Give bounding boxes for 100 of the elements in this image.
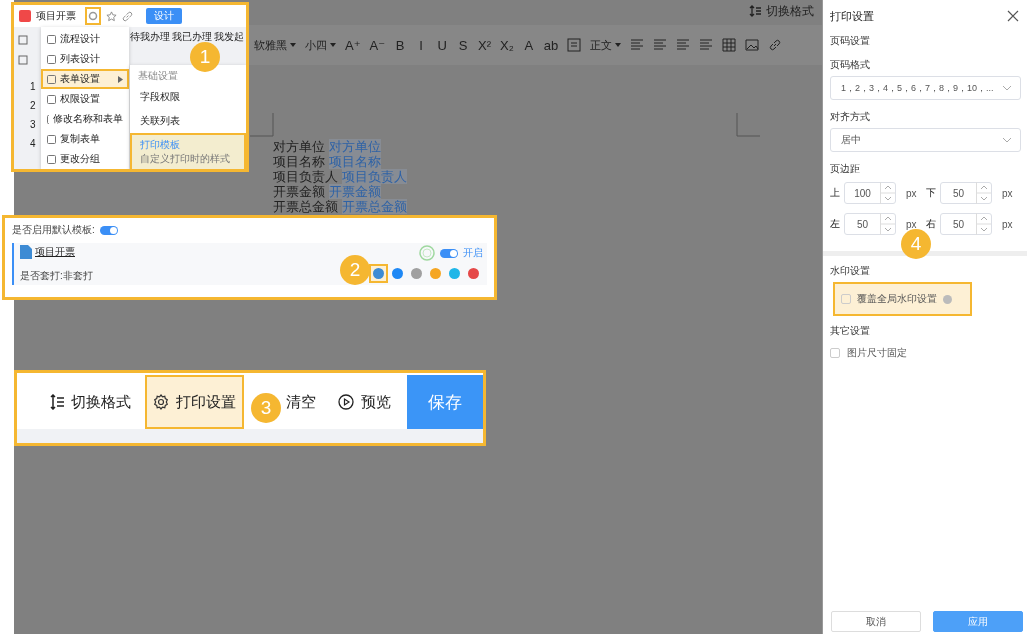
alignment-select[interactable]: 居中	[830, 128, 1021, 152]
submenu-item[interactable]: 关联列表	[130, 109, 246, 133]
link-icon[interactable]	[122, 10, 133, 22]
variable-label: 开票金额	[273, 184, 325, 199]
stepper-icon[interactable]	[976, 182, 991, 204]
page-corner-mark	[250, 113, 274, 137]
template-name[interactable]: 项目开票	[35, 245, 75, 259]
action-icon[interactable]	[411, 268, 422, 279]
variable-label: 开票总金额	[273, 199, 338, 214]
panel-title: 打印设置	[830, 8, 874, 24]
action-icon[interactable]	[373, 268, 384, 279]
cancel-button[interactable]: 取消	[831, 611, 921, 632]
align-icon[interactable]	[676, 38, 691, 52]
caret-icon	[118, 75, 123, 83]
format-button[interactable]: S	[457, 37, 470, 53]
stepper-icon[interactable]	[880, 182, 895, 204]
unit-label: px	[1002, 218, 1013, 230]
format-button[interactable]: ab	[543, 37, 559, 53]
menu-item[interactable]: 复制表单	[41, 129, 129, 149]
number-input[interactable]: 50	[940, 182, 992, 204]
action-icon[interactable]	[468, 268, 479, 279]
toolbar-button[interactable]: 预览	[330, 375, 399, 429]
paragraph-style-select[interactable]: 正文	[590, 37, 622, 53]
table-icon[interactable]	[722, 38, 737, 52]
view-tab[interactable]: 我发起	[214, 30, 244, 44]
number-input[interactable]: 50	[844, 213, 896, 235]
section-heading: 页码设置	[830, 34, 871, 48]
page-format-select[interactable]: 1，2，3，4，5，6，7，8，9，10，...	[830, 76, 1021, 100]
variable-label: 项目负责人	[273, 169, 338, 184]
font-size-select[interactable]: 小四	[305, 37, 336, 53]
margin-label: 左	[830, 217, 840, 231]
checkbox[interactable]	[841, 294, 851, 304]
menu-item[interactable]: 表单设置	[41, 69, 129, 89]
row-number: 2	[30, 100, 36, 111]
number-input[interactable]: 50	[940, 213, 992, 235]
page-corner-mark	[736, 113, 760, 137]
gear-icon	[153, 394, 169, 410]
variable-label: 对方单位	[273, 139, 325, 154]
settings-button[interactable]	[85, 7, 101, 25]
field-label: 页码格式	[830, 58, 871, 72]
format-button[interactable]: A⁻	[369, 37, 386, 53]
sort-icon	[749, 5, 761, 17]
section-heading: 其它设置	[830, 324, 871, 338]
star-icon[interactable]	[106, 10, 117, 22]
toolbar-button[interactable]: 清空	[278, 375, 324, 429]
template-variable: 开票金额	[329, 184, 381, 199]
format-button[interactable]: U	[436, 37, 449, 53]
action-icon[interactable]	[392, 268, 403, 279]
watermark-option[interactable]: 覆盖全局水印设置	[833, 282, 972, 316]
menu-item[interactable]: 流程设计	[41, 29, 129, 49]
link-icon[interactable]	[768, 38, 783, 52]
view-tab[interactable]: 待我办理	[130, 30, 170, 44]
caret-icon	[615, 43, 622, 47]
toolbar-button[interactable]: 打印设置	[145, 375, 244, 429]
switch-format-button[interactable]: 切换格式	[749, 2, 814, 20]
variable-label: 项目名称	[273, 154, 325, 169]
sort-icon	[50, 394, 64, 410]
paragraph-icon	[567, 38, 582, 52]
image-icon[interactable]	[745, 38, 760, 52]
app-name: 项目开票	[36, 9, 76, 23]
format-button[interactable]: A⁺	[345, 37, 361, 53]
align-icon[interactable]	[653, 38, 668, 52]
action-icon[interactable]	[449, 268, 460, 279]
menu-item[interactable]: 修改名称和表单	[41, 109, 129, 129]
close-icon[interactable]	[1007, 10, 1019, 22]
submenu-item[interactable]: 打印模板 自定义打印时的样式	[130, 133, 246, 169]
caret-icon	[330, 43, 336, 47]
toggle-switch[interactable]	[99, 225, 118, 235]
action-icon[interactable]	[430, 268, 441, 279]
format-button[interactable]: B	[394, 37, 407, 53]
view-tab[interactable]: 我已办理	[172, 30, 212, 44]
stepper-icon[interactable]	[976, 213, 991, 235]
toolbar-button[interactable]: 切换格式	[42, 375, 139, 429]
number-input[interactable]: 100	[844, 182, 896, 204]
stamp-icon	[419, 245, 435, 261]
menu-item[interactable]: 权限设置	[41, 89, 129, 109]
menu-item[interactable]: 列表设计	[41, 49, 129, 69]
row-number: 1	[30, 81, 36, 92]
caret-icon	[290, 43, 296, 47]
toggle-switch[interactable]	[440, 248, 458, 258]
template-variable: 对方单位	[329, 139, 381, 154]
section-heading: 水印设置	[830, 264, 871, 278]
play-icon	[338, 394, 354, 410]
align-icon[interactable]	[699, 38, 714, 52]
format-button[interactable]: X₂	[500, 37, 514, 53]
stepper-icon[interactable]	[880, 213, 895, 235]
unit-label: px	[906, 218, 917, 230]
template-variable: 开票总金额	[342, 199, 407, 214]
menu-item[interactable]: 更改分组	[41, 149, 129, 169]
format-button[interactable]: X²	[478, 37, 492, 53]
font-select[interactable]: 软雅黑	[254, 37, 296, 53]
submenu-item[interactable]: 字段权限	[130, 85, 246, 109]
checkbox[interactable]	[830, 348, 840, 358]
format-button[interactable]: I	[415, 37, 428, 53]
format-button[interactable]: A	[522, 37, 535, 53]
align-icon[interactable]	[630, 38, 645, 52]
toggle-label: 开启	[463, 246, 483, 260]
margin-label: 下	[926, 186, 936, 200]
unit-label: px	[1002, 187, 1013, 199]
row-number: 4	[30, 138, 36, 149]
